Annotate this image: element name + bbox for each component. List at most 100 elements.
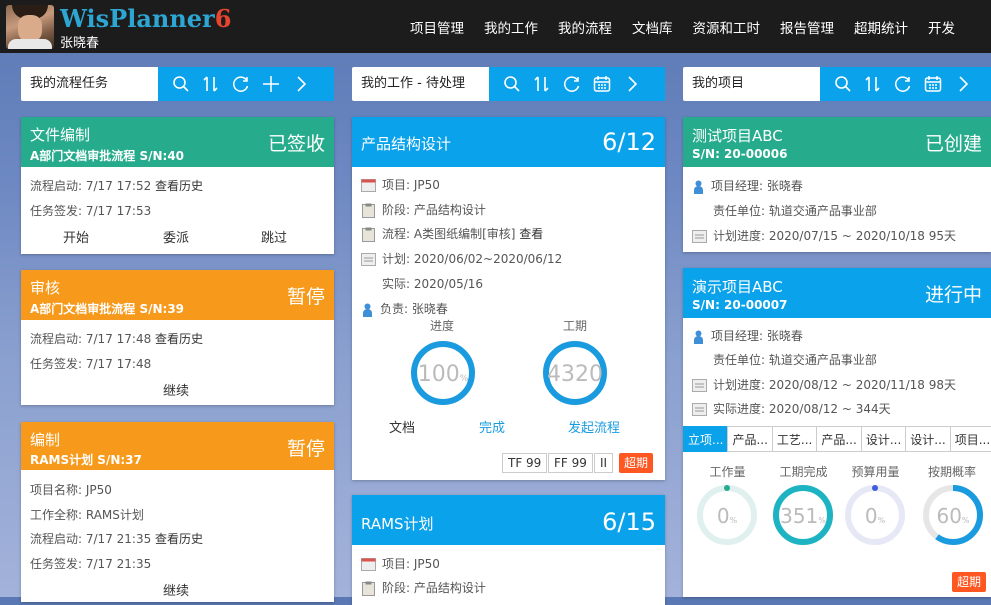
- complete-link[interactable]: 完成: [479, 417, 505, 436]
- unit-row: 责任单位: 轨道交通产品事业部: [713, 353, 877, 367]
- nav-develop[interactable]: 开发: [928, 17, 955, 37]
- task-subtitle: A部门文档审批流程 S/N:39: [30, 302, 185, 316]
- owner-row: 负责: 张晓春: [361, 300, 448, 317]
- user-icon: [694, 180, 703, 194]
- view-history-link[interactable]: 查看历史: [155, 332, 203, 346]
- card-header: 审核 A部门文档审批流程 S/N:39 暂停: [21, 270, 334, 320]
- resume-button[interactable]: 继续: [163, 580, 189, 599]
- search-button[interactable]: [166, 67, 196, 101]
- view-history-link[interactable]: 查看历史: [155, 532, 203, 546]
- gauge-label: 工作量: [709, 465, 746, 479]
- status-badge: 暂停: [286, 286, 325, 308]
- nav-reports[interactable]: 报告管理: [780, 17, 834, 37]
- gauge-label: 预算用量: [851, 465, 900, 479]
- next-button[interactable]: [286, 67, 316, 101]
- card-header: 演示项目ABC S/N: 20-00007 进行中: [683, 268, 991, 318]
- nav-my-flow[interactable]: 我的流程: [558, 17, 612, 37]
- work-item-card[interactable]: RAMS计划 6/15 项目: JP50 阶段: 产品结构设计: [352, 495, 665, 605]
- ff-tag: FF 99: [548, 453, 593, 473]
- avatar[interactable]: [6, 5, 54, 49]
- progress-gauge: 100%: [411, 341, 475, 405]
- add-button[interactable]: [256, 67, 286, 101]
- nav-doc-library[interactable]: 文档库: [632, 17, 673, 37]
- sort-icon: [865, 76, 880, 92]
- card-header: RAMS计划 6/15: [352, 495, 665, 545]
- flow-start-row: 流程启动: 7/17 21:35 查看历史: [30, 532, 204, 546]
- tf-tag: TF 99: [502, 453, 548, 473]
- project-card[interactable]: 测试项目ABC S/N: 20-00006 已创建 项目经理: 张晓春 责任单位…: [683, 117, 991, 252]
- search-button[interactable]: [497, 67, 527, 101]
- task-title: 编制: [30, 431, 61, 449]
- overdue-badge: 超期: [952, 572, 987, 592]
- refresh-button[interactable]: [557, 67, 587, 101]
- actual-row: 实际进度: 2020/08/12 ~ 344天: [692, 400, 891, 417]
- work-panel-toolbar: [489, 67, 665, 101]
- flow-task-card[interactable]: 编制 RAMS计划 S/N:37 暂停 项目名称: JP50 工作全称: RAM…: [21, 422, 334, 602]
- task-title: 审核: [30, 279, 61, 297]
- calendar-button[interactable]: [918, 67, 948, 101]
- next-icon: [628, 76, 638, 92]
- tab-stage-3[interactable]: 工艺...: [771, 426, 818, 452]
- sort-icon: [203, 76, 218, 92]
- tab-stage-6[interactable]: 设计...: [905, 426, 951, 452]
- tab-stage-5[interactable]: 设计...: [860, 426, 907, 452]
- delegate-button[interactable]: 委派: [163, 227, 189, 246]
- status-badge: 已签收: [267, 133, 325, 155]
- calendar-icon: [692, 230, 707, 243]
- card-header: 产品结构设计 6/12: [352, 117, 665, 167]
- project-name-row: 项目名称: JP50: [30, 483, 112, 497]
- refresh-button[interactable]: [888, 67, 918, 101]
- flow-task-card[interactable]: 审核 A部门文档审批流程 S/N:39 暂停 流程启动: 7/17 17:48 …: [21, 270, 334, 405]
- skip-button[interactable]: 跳过: [261, 227, 287, 246]
- tab-stage-7[interactable]: 项目...: [949, 426, 991, 452]
- plan-row: 计划进度: 2020/08/12 ~ 2020/11/18 98天: [692, 376, 956, 393]
- flow-task-card[interactable]: 文件编制 A部门文档审批流程 S/N:40 已签收 流程启动: 7/17 17:…: [21, 117, 334, 254]
- next-button[interactable]: [617, 67, 647, 101]
- work-name-row: 工作全称: RAMS计划: [30, 508, 144, 522]
- next-icon: [959, 76, 969, 92]
- launch-flow-link[interactable]: 发起流程: [568, 417, 620, 436]
- calendar-icon: [924, 76, 942, 92]
- progress-count: 6/12: [602, 128, 656, 156]
- gauge-label: 按期概率: [927, 465, 976, 479]
- next-button[interactable]: [948, 67, 978, 101]
- refresh-icon: [233, 76, 249, 92]
- search-button[interactable]: [828, 67, 858, 101]
- sort-button[interactable]: [858, 67, 888, 101]
- nav-my-work[interactable]: 我的工作: [484, 17, 538, 37]
- top-bar: WisPlanner6 张晓春 项目管理 我的工作 我的流程 文档库 资源和工时…: [0, 0, 991, 53]
- nav-project-management[interactable]: 项目管理: [410, 17, 464, 37]
- nav-resources-hours[interactable]: 资源和工时: [693, 17, 761, 37]
- calendar-button[interactable]: [587, 67, 617, 101]
- clipboard-icon: [362, 203, 375, 218]
- task-issue-row: 任务签发: 7/17 17:48: [30, 357, 152, 371]
- tab-stage-1[interactable]: 立项...: [683, 426, 729, 452]
- documents-link[interactable]: 文档: [389, 417, 415, 436]
- stage-row: 阶段: 产品结构设计: [361, 579, 486, 596]
- gauge-label: 工期: [562, 319, 587, 333]
- project-row: 项目: JP50: [361, 555, 440, 572]
- stage-tabs: 立项... 产品... 工艺... 产品... 设计... 设计... 项目..…: [683, 426, 991, 452]
- project-row: 项目: JP50: [361, 176, 440, 193]
- actual-row: 实际: 2020/05/16: [382, 277, 484, 291]
- sort-button[interactable]: [196, 67, 226, 101]
- view-flow-link[interactable]: 查看: [519, 227, 543, 241]
- resume-button[interactable]: 继续: [163, 380, 189, 399]
- tab-stage-2[interactable]: 产品...: [727, 426, 773, 452]
- refresh-button[interactable]: [226, 67, 256, 101]
- sort-button[interactable]: [527, 67, 557, 101]
- work-item-card[interactable]: 产品结构设计 6/12 项目: JP50 阶段: 产品结构设计 流程: A类图纸…: [352, 117, 665, 480]
- search-icon: [835, 76, 851, 92]
- app-logo[interactable]: WisPlanner6: [60, 5, 231, 33]
- flow-panel-toolbar: [158, 67, 334, 101]
- work-title: RAMS计划: [361, 515, 434, 533]
- nav-overdue-stats[interactable]: 超期统计: [854, 17, 908, 37]
- user-name: 张晓春: [60, 36, 100, 51]
- tab-stage-4[interactable]: 产品...: [816, 426, 862, 452]
- task-subtitle: RAMS计划 S/N:37: [30, 453, 142, 467]
- view-history-link[interactable]: 查看历史: [155, 179, 203, 193]
- project-card[interactable]: 演示项目ABC S/N: 20-00007 进行中 项目经理: 张晓春 责任单位…: [683, 268, 991, 597]
- plan-row: 计划进度: 2020/07/15 ~ 2020/10/18 95天: [692, 227, 956, 244]
- start-button[interactable]: 开始: [63, 227, 89, 246]
- gauge-label: 进度: [429, 319, 454, 333]
